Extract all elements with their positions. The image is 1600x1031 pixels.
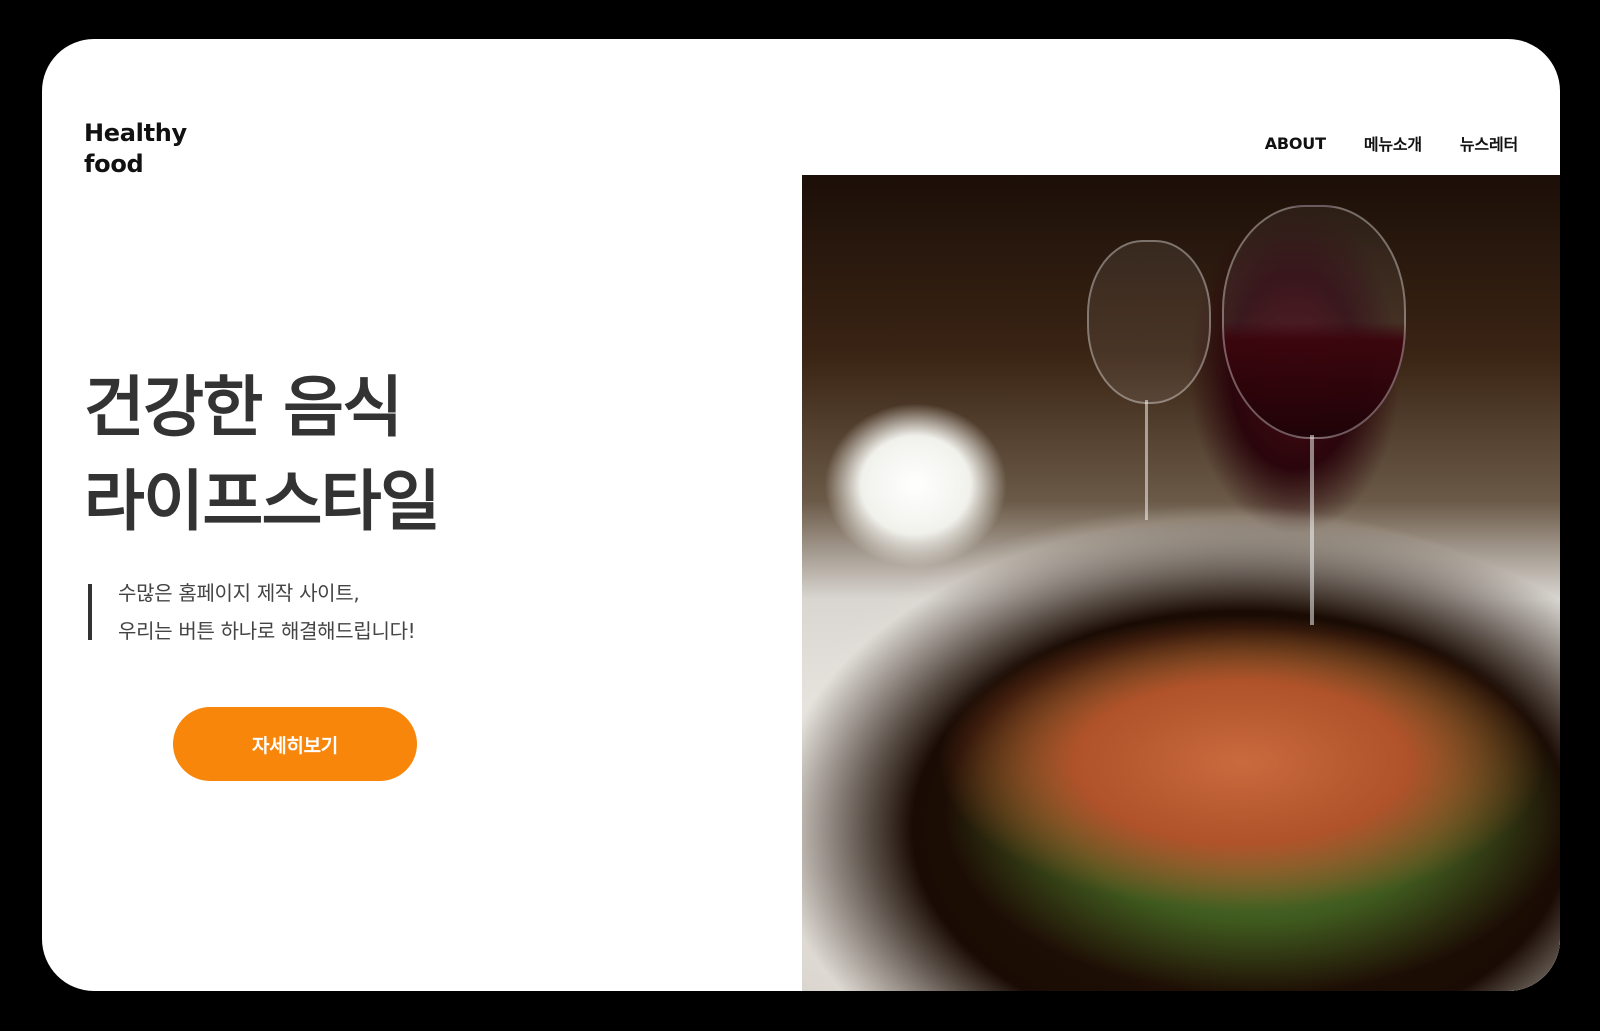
wine-glass-red (1222, 205, 1406, 439)
hero-title-line-1: 건강한 음식 (84, 369, 403, 446)
wine-glass-empty (1087, 240, 1211, 404)
description-line-2: 우리는 버튼 하나로 해결해드립니다! (118, 619, 416, 643)
nav-link-about[interactable]: ABOUT (1265, 134, 1326, 153)
main-navigation: ABOUT 메뉴소개 뉴스레터 (1265, 131, 1518, 155)
details-button[interactable]: 자세히보기 (173, 707, 417, 781)
hero-description: 수많은 홈페이지 제작 사이트, 우리는 버튼 하나로 해결해드립니다! (88, 581, 416, 643)
hero-title-line-2: 라이프스타일 (84, 463, 441, 540)
site-logo[interactable]: Healthy food (84, 118, 214, 180)
hero-food-image (802, 175, 1560, 991)
website-screen: Healthy food ABOUT 메뉴소개 뉴스레터 건강한 음식 라이프스… (42, 39, 1560, 991)
logo-line-2: food (84, 150, 144, 178)
wine-glass-stem (1310, 435, 1314, 625)
wine-glass-stem (1145, 400, 1148, 520)
device-frame: Healthy food ABOUT 메뉴소개 뉴스레터 건강한 음식 라이프스… (0, 0, 1600, 1031)
nav-link-menu[interactable]: 메뉴소개 (1364, 131, 1422, 155)
description-line-1: 수많은 홈페이지 제작 사이트, (118, 581, 360, 605)
logo-line-1: Healthy (84, 119, 187, 147)
hero-title: 건강한 음식 라이프스타일 (84, 361, 441, 549)
nav-link-newsletter[interactable]: 뉴스레터 (1460, 131, 1518, 155)
